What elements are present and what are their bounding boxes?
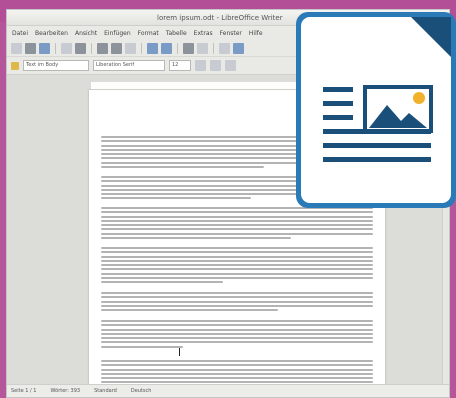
redo-icon[interactable] xyxy=(161,42,172,54)
paragraph xyxy=(101,320,373,350)
menu-tabelle[interactable]: Tabelle xyxy=(165,30,188,37)
open-icon[interactable] xyxy=(25,42,36,54)
menu-fenster[interactable]: Fenster xyxy=(219,30,243,37)
find-icon[interactable] xyxy=(183,42,194,54)
undo-icon[interactable] xyxy=(147,42,158,54)
page-count: Seite 1 / 1 xyxy=(11,388,37,394)
toolbar-separator xyxy=(55,42,56,54)
print-icon[interactable] xyxy=(75,42,86,54)
paragraph xyxy=(101,360,373,386)
font-size-select[interactable]: 12 xyxy=(169,60,191,71)
word-count: Wörter: 393 xyxy=(50,388,81,394)
paragraph xyxy=(101,247,373,286)
export-pdf-icon[interactable] xyxy=(61,42,72,54)
font-name-select[interactable]: Liberation Serif xyxy=(93,60,165,71)
text-cursor xyxy=(179,348,180,356)
menu-hilfe[interactable]: Hilfe xyxy=(248,30,264,37)
new-document-icon[interactable] xyxy=(11,42,22,54)
libreoffice-writer-logo-icon xyxy=(296,12,456,208)
paragraph-style-select[interactable]: Text im Body xyxy=(23,60,89,71)
menu-ansicht[interactable]: Ansicht xyxy=(74,30,98,37)
bold-icon[interactable] xyxy=(195,60,206,71)
insert-table-icon[interactable] xyxy=(219,42,230,54)
paragraph xyxy=(101,207,373,241)
styles-icon[interactable] xyxy=(11,61,19,70)
status-bar: Seite 1 / 1 Wörter: 393 Standard Deutsch xyxy=(7,384,449,397)
insert-image-icon[interactable] xyxy=(233,42,244,54)
paste-icon[interactable] xyxy=(125,42,136,54)
save-icon[interactable] xyxy=(39,42,50,54)
toolbar-separator xyxy=(177,42,178,54)
menu-einfuegen[interactable]: Einfügen xyxy=(103,30,131,37)
italic-icon[interactable] xyxy=(210,60,221,71)
toolbar-separator xyxy=(141,42,142,54)
cut-icon[interactable] xyxy=(97,42,108,54)
toolbar-separator xyxy=(213,42,214,54)
logo-document-icon xyxy=(301,17,451,203)
writer-document-icon xyxy=(323,17,451,162)
spellcheck-icon[interactable] xyxy=(197,42,208,54)
menu-datei[interactable]: Datei xyxy=(11,30,29,37)
toolbar-separator xyxy=(91,42,92,54)
underline-icon[interactable] xyxy=(225,60,236,71)
language: Deutsch xyxy=(130,388,152,394)
menu-format[interactable]: Format xyxy=(137,30,160,37)
menu-extras[interactable]: Extras xyxy=(193,30,214,37)
copy-icon[interactable] xyxy=(111,42,122,54)
page-style: Standard xyxy=(94,388,117,394)
window-title: lorem ipsum.odt - LibreOffice Writer xyxy=(157,14,283,22)
paragraph xyxy=(101,292,373,313)
menu-bearbeiten[interactable]: Bearbeiten xyxy=(34,30,69,37)
